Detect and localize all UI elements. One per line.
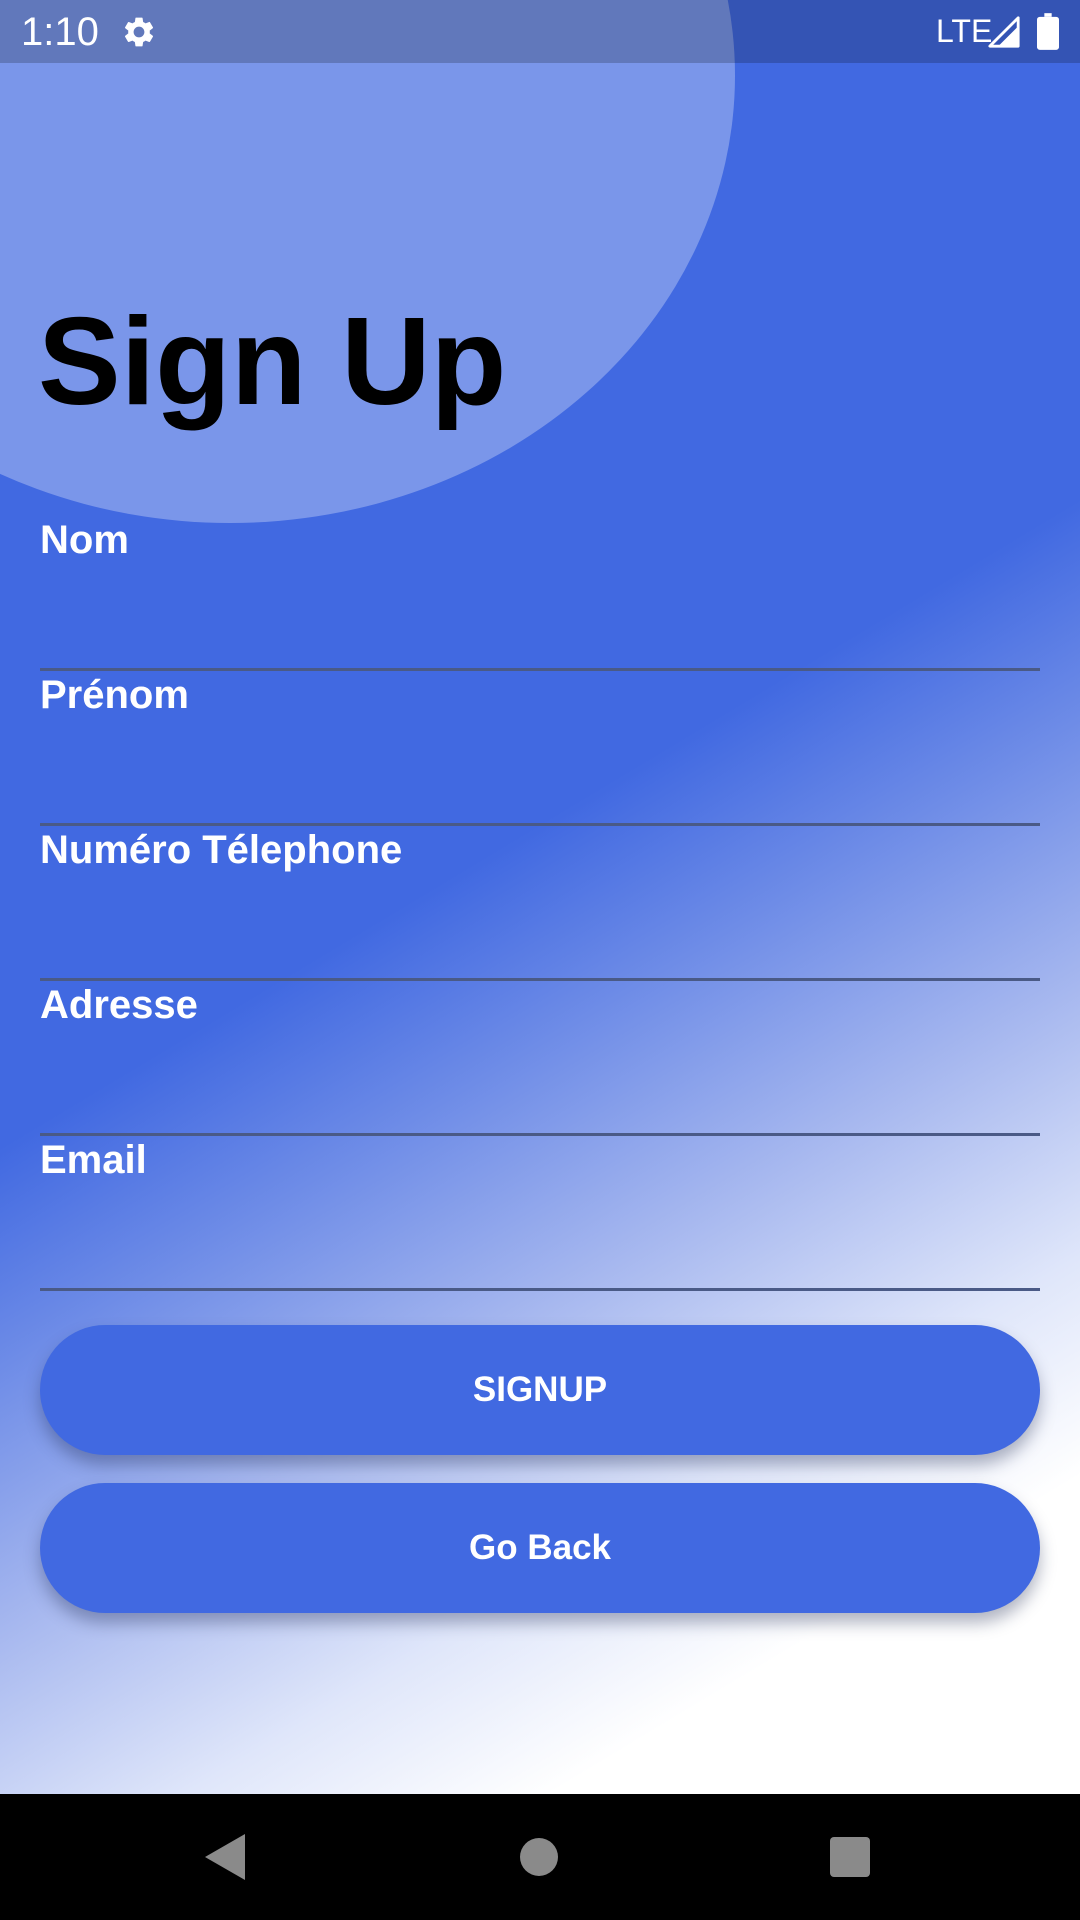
recents-icon[interactable] bbox=[830, 1837, 870, 1877]
cell-signal-icon bbox=[988, 16, 1020, 48]
nom-field-label: Nom bbox=[40, 518, 129, 562]
address-field[interactable]: Adresse bbox=[40, 981, 1040, 1136]
nom-field[interactable]: Nom bbox=[40, 516, 1040, 671]
battery-icon bbox=[1037, 13, 1059, 50]
back-icon[interactable] bbox=[205, 1834, 245, 1880]
email-field-label: Email bbox=[40, 1138, 147, 1182]
page-title: Sign Up bbox=[38, 293, 507, 431]
phone-number-field-label: Numéro Télephone bbox=[40, 828, 403, 872]
decorative-circle bbox=[0, 0, 735, 523]
prenom-field-label: Prénom bbox=[40, 673, 189, 717]
signup-screen: Sign Up Nom Prénom Numéro Télephone Adre… bbox=[0, 0, 1080, 1920]
navigation-bar bbox=[0, 1794, 1080, 1920]
status-time: 1:10 bbox=[21, 10, 99, 54]
address-field-label: Adresse bbox=[40, 983, 198, 1027]
prenom-field[interactable]: Prénom bbox=[40, 671, 1040, 826]
signup-button[interactable]: SIGNUP bbox=[40, 1325, 1040, 1455]
go-back-button[interactable]: Go Back bbox=[40, 1483, 1040, 1613]
gradient-background: Sign Up Nom Prénom Numéro Télephone Adre… bbox=[0, 0, 1080, 1794]
email-field-underline bbox=[40, 1288, 1040, 1291]
status-bar: 1:10 LTE bbox=[0, 0, 1080, 63]
email-field[interactable]: Email bbox=[40, 1136, 1040, 1291]
settings-icon bbox=[124, 17, 154, 47]
phone-number-field[interactable]: Numéro Télephone bbox=[40, 826, 1040, 981]
network-type-label: LTE bbox=[936, 13, 993, 49]
home-icon[interactable] bbox=[519, 1837, 559, 1877]
